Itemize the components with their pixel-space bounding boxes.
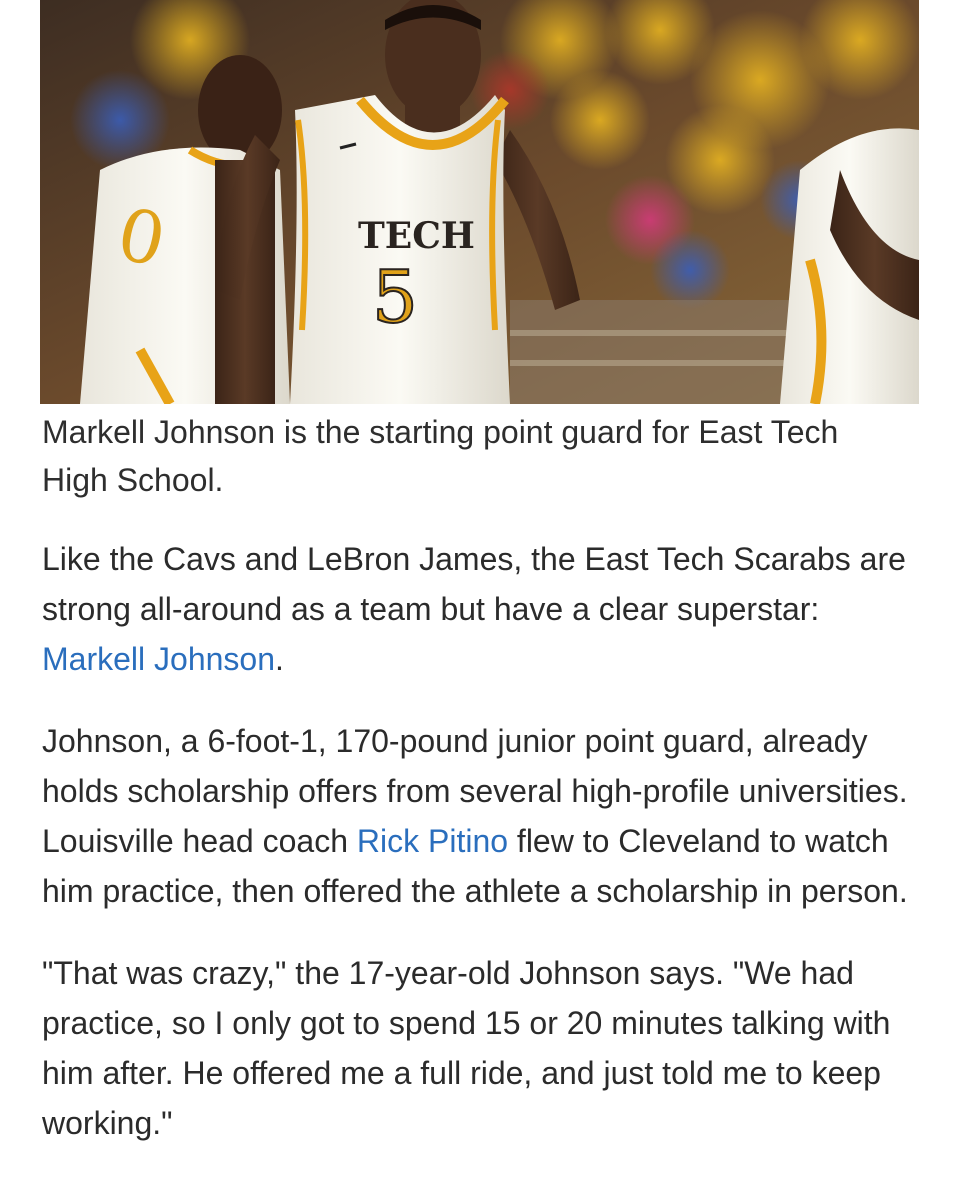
teammate-right	[780, 128, 919, 404]
article-photo: 0 TECH 5	[40, 0, 919, 404]
paragraph-1-end: .	[275, 641, 284, 677]
paragraph-2: Johnson, a 6-foot-1, 170-pound junior po…	[42, 716, 922, 916]
article-body: Like the Cavs and LeBron James, the East…	[42, 534, 922, 1180]
markell-johnson-link[interactable]: Markell Johnson	[42, 641, 275, 677]
photo-caption: Markell Johnson is the starting point gu…	[42, 414, 839, 498]
paragraph-1-text: Like the Cavs and LeBron James, the East…	[42, 541, 906, 627]
paragraph-1: Like the Cavs and LeBron James, the East…	[42, 534, 922, 684]
paragraph-3: "That was crazy," the 17-year-old Johnso…	[42, 955, 891, 1141]
jersey-text: TECH	[358, 215, 475, 257]
jersey-number: 5	[372, 255, 418, 339]
rick-pitino-link[interactable]: Rick Pitino	[357, 823, 508, 859]
